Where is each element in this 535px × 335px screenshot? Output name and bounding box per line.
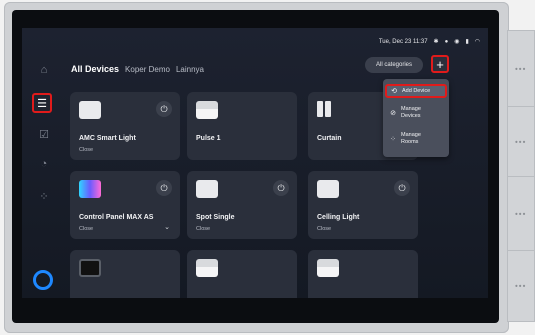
assistant-logo-icon[interactable] bbox=[33, 270, 53, 290]
device-card[interactable]: ⏻ Celling Light Close bbox=[308, 171, 418, 239]
datetime: Tue, Dec 23 11:37 bbox=[378, 38, 428, 45]
history-nav-icon[interactable]: ◔ bbox=[36, 156, 52, 172]
wifi-icon: ◠ bbox=[474, 39, 480, 45]
smart-light-thumbnail bbox=[79, 101, 101, 119]
add-device-icon: ⟲ bbox=[391, 88, 397, 95]
dots-icon: ••• bbox=[515, 137, 527, 147]
device-card[interactable] bbox=[187, 250, 297, 298]
side-switch-panel-1[interactable]: ••• bbox=[507, 30, 535, 108]
add-menu-popup: ⟲ Add Device ⊘ Manage Devices ⁘ Manage R… bbox=[383, 79, 449, 157]
curtain-thumbnail bbox=[317, 101, 339, 119]
mic-icon: ● bbox=[444, 38, 449, 45]
pulse-thumbnail bbox=[196, 101, 218, 119]
camera-device-thumbnail bbox=[79, 259, 101, 277]
menu-item-label: Add Device bbox=[402, 88, 431, 94]
tab-all-devices[interactable]: All Devices bbox=[71, 64, 119, 74]
side-switch-panel-3[interactable]: ••• bbox=[507, 176, 535, 252]
status-bar: Tue, Dec 23 11:37 ✱ ● ◉ ▮ ◠ bbox=[378, 38, 480, 46]
device-name: Celling Light bbox=[317, 214, 360, 221]
dots-icon: ••• bbox=[515, 209, 527, 219]
manage-rooms-menu-item[interactable]: ⁘ Manage Rooms bbox=[389, 132, 445, 146]
room-tabs: All Devices Koper Demo Lainnya bbox=[71, 64, 204, 74]
manage-rooms-icon: ⁘ bbox=[390, 136, 396, 143]
power-icon[interactable]: ⏻ bbox=[273, 180, 289, 196]
power-icon[interactable]: ⏻ bbox=[394, 180, 410, 196]
device-name: Spot Single bbox=[196, 214, 235, 221]
menu-item-label: Manage Devices bbox=[401, 106, 421, 119]
tab-lainnya[interactable]: Lainnya bbox=[176, 65, 204, 74]
bluetooth-icon: ✱ bbox=[433, 39, 439, 45]
dots-icon: ••• bbox=[515, 281, 527, 291]
location-icon: ◉ bbox=[454, 39, 460, 45]
battery-icon: ▮ bbox=[465, 39, 469, 45]
manage-devices-menu-item[interactable]: ⊘ Manage Devices bbox=[389, 106, 445, 120]
device-card[interactable]: ⏻ Spot Single Close bbox=[187, 171, 297, 239]
chevron-down-icon[interactable]: ⌄ bbox=[164, 223, 170, 231]
device-card[interactable]: ⏻ Control Panel MAX AS Close ⌄ bbox=[70, 171, 180, 239]
panel-thumbnail bbox=[317, 259, 339, 277]
power-icon[interactable]: ⏻ bbox=[156, 101, 172, 117]
app-screen: Tue, Dec 23 11:37 ✱ ● ◉ ▮ ◠ ⌂ ☰ ☑ ◔ ⁘ Al… bbox=[22, 28, 488, 298]
device-status: Close bbox=[317, 226, 332, 232]
manage-devices-icon: ⊘ bbox=[390, 110, 396, 117]
device-status: Close bbox=[79, 226, 94, 232]
home-icon[interactable]: ⌂ bbox=[36, 62, 52, 78]
spot-thumbnail bbox=[196, 180, 218, 198]
scenes-nav-icon[interactable]: ☑ bbox=[36, 126, 52, 142]
power-icon[interactable]: ⏻ bbox=[156, 180, 172, 196]
categories-dropdown[interactable]: All categories bbox=[365, 57, 423, 73]
side-switch-panel-2[interactable]: ••• bbox=[507, 106, 535, 178]
tab-koper-demo[interactable]: Koper Demo bbox=[125, 65, 170, 74]
menu-item-label: Manage Rooms bbox=[401, 132, 421, 145]
device-card[interactable] bbox=[308, 250, 418, 298]
device-status: Close bbox=[79, 147, 94, 153]
device-name: Curtain bbox=[317, 135, 342, 142]
apps-nav-icon[interactable]: ⁘ bbox=[36, 188, 52, 204]
add-button[interactable]: + bbox=[431, 55, 449, 73]
devices-nav-icon[interactable]: ☰ bbox=[32, 93, 52, 113]
control-panel-thumbnail bbox=[79, 180, 101, 198]
device-name: AMC Smart Light bbox=[79, 135, 136, 142]
add-device-menu-item[interactable]: ⟲ Add Device bbox=[385, 84, 447, 98]
device-name: Pulse 1 bbox=[196, 135, 221, 142]
device-status: Close bbox=[196, 226, 211, 232]
device-card[interactable]: ⏻ AMC Smart Light Close bbox=[70, 92, 180, 160]
device-name: Control Panel MAX AS bbox=[79, 214, 154, 221]
side-switch-panel-4[interactable]: ••• bbox=[507, 250, 535, 322]
dots-icon: ••• bbox=[515, 64, 527, 74]
panel-thumbnail bbox=[196, 259, 218, 277]
ceiling-light-thumbnail bbox=[317, 180, 339, 198]
device-card[interactable] bbox=[70, 250, 180, 298]
device-card[interactable]: Pulse 1 bbox=[187, 92, 297, 160]
sidebar: ⌂ ☰ ☑ ◔ ⁘ bbox=[22, 28, 68, 298]
